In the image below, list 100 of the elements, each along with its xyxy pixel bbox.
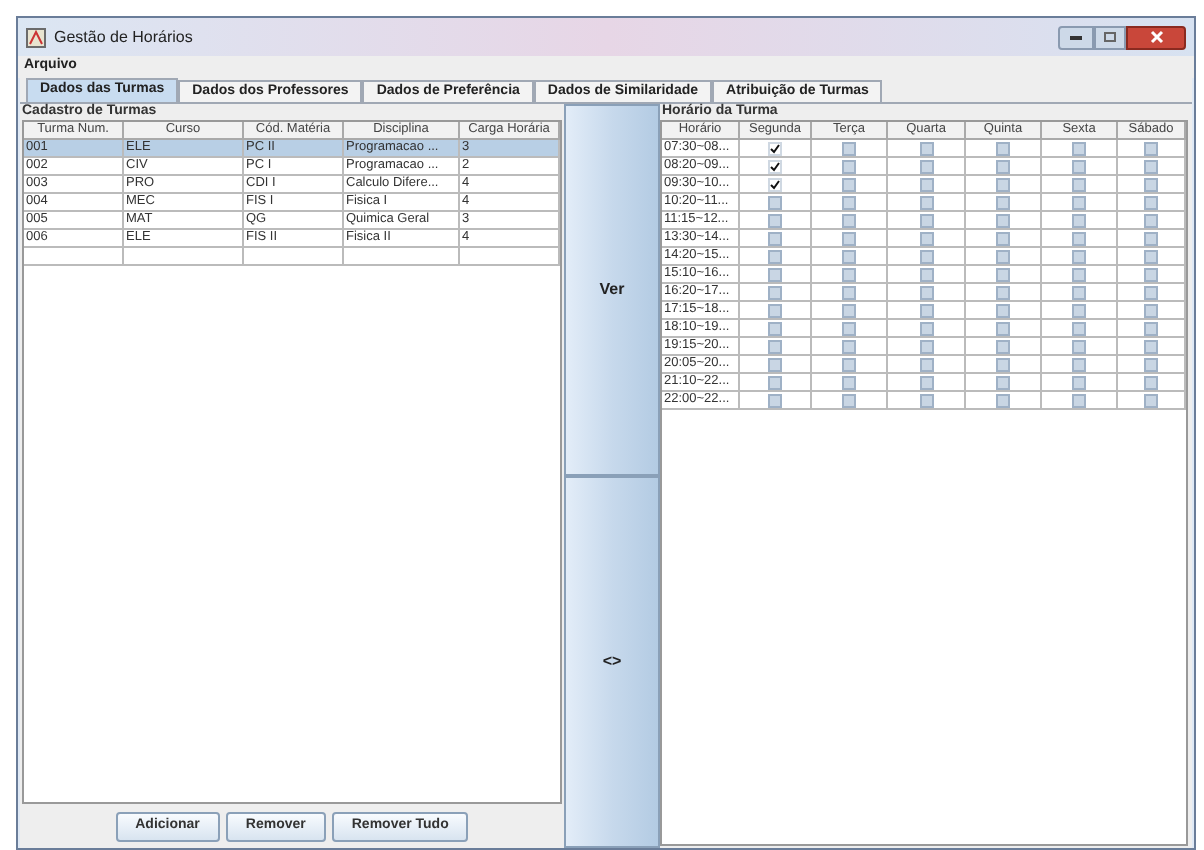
checkbox[interactable] bbox=[1072, 321, 1086, 335]
checkbox[interactable] bbox=[1144, 213, 1158, 227]
checkbox[interactable] bbox=[1144, 231, 1158, 245]
checkbox[interactable] bbox=[768, 195, 782, 209]
checkbox[interactable] bbox=[1072, 195, 1086, 209]
checkbox[interactable] bbox=[1072, 357, 1086, 371]
checkbox[interactable] bbox=[996, 285, 1010, 299]
checkbox[interactable] bbox=[1072, 393, 1086, 407]
checkbox[interactable] bbox=[768, 321, 782, 335]
checkbox[interactable] bbox=[996, 375, 1010, 389]
checkbox[interactable] bbox=[768, 141, 782, 155]
checkbox[interactable] bbox=[768, 357, 782, 371]
checkbox[interactable] bbox=[1144, 393, 1158, 407]
checkbox[interactable] bbox=[1144, 321, 1158, 335]
checkbox[interactable] bbox=[768, 249, 782, 263]
checkbox[interactable] bbox=[919, 285, 933, 299]
checkbox[interactable] bbox=[1072, 231, 1086, 245]
empty-table-cell bbox=[244, 248, 344, 266]
checkbox[interactable] bbox=[1072, 375, 1086, 389]
checkbox[interactable] bbox=[1144, 357, 1158, 371]
checkbox[interactable] bbox=[996, 339, 1010, 353]
checkbox[interactable] bbox=[1072, 213, 1086, 227]
checkbox[interactable] bbox=[1072, 159, 1086, 173]
checkbox[interactable] bbox=[919, 267, 933, 281]
checkbox[interactable] bbox=[996, 141, 1010, 155]
checkbox[interactable] bbox=[842, 249, 856, 263]
checkbox[interactable] bbox=[919, 375, 933, 389]
checkbox[interactable] bbox=[842, 375, 856, 389]
checkbox[interactable] bbox=[919, 159, 933, 173]
checkbox[interactable] bbox=[768, 159, 782, 173]
checkbox[interactable] bbox=[919, 231, 933, 245]
checkbox[interactable] bbox=[996, 249, 1010, 263]
checkbox[interactable] bbox=[842, 213, 856, 227]
minimize-button[interactable] bbox=[1058, 25, 1094, 49]
checkbox[interactable] bbox=[996, 357, 1010, 371]
checkbox[interactable] bbox=[1072, 339, 1086, 353]
checkbox[interactable] bbox=[768, 177, 782, 191]
empty-table-cell bbox=[344, 248, 460, 266]
checkbox[interactable] bbox=[1072, 249, 1086, 263]
checkbox[interactable] bbox=[768, 213, 782, 227]
checkbox[interactable] bbox=[919, 339, 933, 353]
checkbox[interactable] bbox=[996, 231, 1010, 245]
checkbox[interactable] bbox=[842, 339, 856, 353]
checkbox[interactable] bbox=[768, 393, 782, 407]
checkbox[interactable] bbox=[996, 393, 1010, 407]
checkbox[interactable] bbox=[1144, 177, 1158, 191]
checkbox[interactable] bbox=[1144, 303, 1158, 317]
checkbox[interactable] bbox=[1144, 195, 1158, 209]
empty-table-cell bbox=[460, 248, 560, 266]
checkbox[interactable] bbox=[768, 285, 782, 299]
checkbox[interactable] bbox=[919, 177, 933, 191]
checkbox[interactable] bbox=[768, 267, 782, 281]
checkbox[interactable] bbox=[996, 177, 1010, 191]
checkbox[interactable] bbox=[842, 303, 856, 317]
checkbox[interactable] bbox=[842, 267, 856, 281]
checkbox[interactable] bbox=[1144, 267, 1158, 281]
checkbox[interactable] bbox=[996, 159, 1010, 173]
checkbox[interactable] bbox=[842, 393, 856, 407]
checkbox[interactable] bbox=[1144, 159, 1158, 173]
empty-table-cell bbox=[24, 248, 124, 266]
view-button[interactable]: <> bbox=[564, 476, 660, 848]
checkbox[interactable] bbox=[996, 267, 1010, 281]
maximize-button[interactable] bbox=[1094, 25, 1126, 49]
checkbox[interactable] bbox=[842, 285, 856, 299]
checkbox[interactable] bbox=[996, 195, 1010, 209]
checkbox[interactable] bbox=[996, 303, 1010, 317]
checkbox[interactable] bbox=[842, 141, 856, 155]
checkbox[interactable] bbox=[919, 393, 933, 407]
checkbox[interactable] bbox=[919, 321, 933, 335]
checkbox[interactable] bbox=[768, 303, 782, 317]
checkbox[interactable] bbox=[1144, 375, 1158, 389]
checkbox[interactable] bbox=[842, 231, 856, 245]
checkbox[interactable] bbox=[842, 321, 856, 335]
checkbox[interactable] bbox=[1144, 141, 1158, 155]
checkbox[interactable] bbox=[1144, 285, 1158, 299]
checkbox[interactable] bbox=[842, 357, 856, 371]
checkbox[interactable] bbox=[1072, 141, 1086, 155]
checkbox[interactable] bbox=[842, 159, 856, 173]
checkbox[interactable] bbox=[919, 213, 933, 227]
checkbox[interactable] bbox=[842, 177, 856, 191]
close-button[interactable] bbox=[1126, 25, 1186, 49]
checkbox[interactable] bbox=[919, 141, 933, 155]
checkbox[interactable] bbox=[996, 213, 1010, 227]
checkbox[interactable] bbox=[1144, 339, 1158, 353]
checkbox[interactable] bbox=[1072, 267, 1086, 281]
view-button[interactable]: Ver bbox=[564, 104, 660, 476]
empty-table-cell bbox=[124, 248, 244, 266]
checkbox[interactable] bbox=[1072, 177, 1086, 191]
checkbox[interactable] bbox=[996, 321, 1010, 335]
checkbox[interactable] bbox=[919, 195, 933, 209]
checkbox[interactable] bbox=[919, 303, 933, 317]
checkbox[interactable] bbox=[1144, 249, 1158, 263]
checkbox[interactable] bbox=[842, 195, 856, 209]
checkbox[interactable] bbox=[919, 249, 933, 263]
checkbox[interactable] bbox=[768, 375, 782, 389]
checkbox[interactable] bbox=[768, 339, 782, 353]
checkbox[interactable] bbox=[1072, 303, 1086, 317]
checkbox[interactable] bbox=[1072, 285, 1086, 299]
checkbox[interactable] bbox=[768, 231, 782, 245]
checkbox[interactable] bbox=[919, 357, 933, 371]
